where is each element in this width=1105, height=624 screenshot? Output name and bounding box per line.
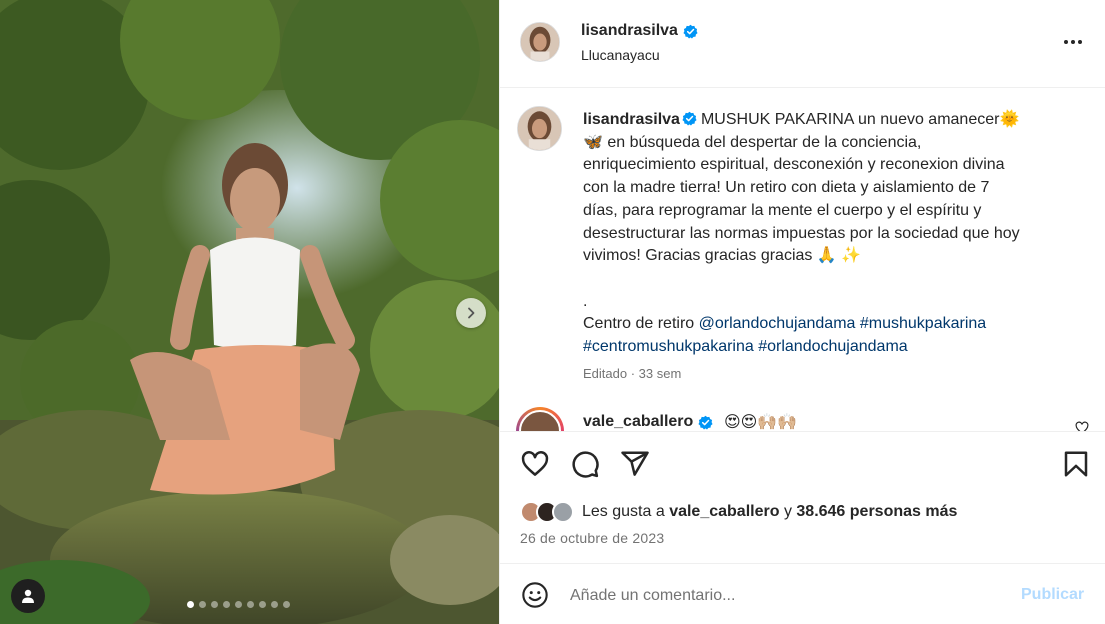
caption-meta: Editado · 33 sem xyxy=(583,366,682,381)
caption-line: enriquecimiento espiritual, desconexión … xyxy=(583,156,1005,174)
likes-prefix: Les gusta a xyxy=(582,503,665,520)
user-icon xyxy=(22,589,34,603)
author-avatar[interactable] xyxy=(520,22,560,62)
share-button[interactable] xyxy=(620,449,650,479)
heart-icon xyxy=(521,451,549,476)
post-location[interactable]: Llucanayacu xyxy=(581,47,660,63)
carousel-dot xyxy=(259,601,266,608)
post-photo xyxy=(0,0,499,624)
carousel-dot xyxy=(271,601,278,608)
caption-username[interactable]: lisandrasilva xyxy=(583,111,680,128)
liker-avatar xyxy=(552,501,574,523)
caption-tags-line: #centromushukpakarina #orlandochujandama xyxy=(583,336,1078,359)
likes-summary[interactable]: Les gusta a vale_caballero y 38.646 pers… xyxy=(520,500,957,524)
carousel-dot xyxy=(235,601,242,608)
caption-text: MUSHUK PAKARINA un nuevo amanecer🌞 xyxy=(700,111,1020,128)
caption-dot: . xyxy=(583,292,588,310)
likes-conjunction: y xyxy=(783,503,792,520)
verified-badge-icon xyxy=(683,24,698,39)
retreat-label: Centro de retiro xyxy=(583,315,695,333)
commenter-avatar[interactable] xyxy=(516,407,564,431)
mention-link[interactable]: @orlandochujandama xyxy=(699,315,856,332)
save-button[interactable] xyxy=(1061,449,1091,479)
emoji-icon[interactable] xyxy=(521,581,549,609)
like-button[interactable] xyxy=(520,449,550,479)
likes-text: Les gusta a vale_caballero y 38.646 pers… xyxy=(582,503,957,521)
author-username-text[interactable]: lisandrasilva xyxy=(581,22,678,40)
post-actions: Les gusta a vale_caballero y 38.646 pers… xyxy=(500,431,1105,563)
post-header: lisandrasilva Llucanayacu xyxy=(500,0,1105,88)
comment-input[interactable] xyxy=(570,583,1000,609)
more-options-button[interactable] xyxy=(1061,30,1085,54)
chevron-right-icon xyxy=(468,307,475,319)
post-details-panel: lisandrasilva Llucanayacu lisandrasilva … xyxy=(499,0,1105,624)
verified-badge-icon xyxy=(698,415,713,430)
carousel-dot xyxy=(223,601,230,608)
caption-body: lisandrasilva MUSHUK PAKARINA un nuevo a… xyxy=(583,109,1078,359)
caption-line: vivimos! Gracias gracias gracias 🙏 ✨ xyxy=(583,247,862,265)
verified-badge-icon xyxy=(682,111,697,126)
tagged-users-button[interactable] xyxy=(11,579,45,613)
comment-button[interactable] xyxy=(570,449,600,479)
hashtag-link[interactable]: #centromushukpakarina xyxy=(583,338,754,355)
comment-text: 😍😍🙌🏼🙌🏼 xyxy=(724,414,798,431)
avatar-image xyxy=(521,23,559,61)
comment-like-icon[interactable] xyxy=(1075,421,1089,431)
carousel-dot xyxy=(187,601,194,608)
caption-line: lisandrasilva MUSHUK PAKARINA un nuevo a… xyxy=(583,109,1078,132)
comment-composer: Publicar xyxy=(500,563,1105,624)
caption-tags-line: Centro de retiro @orlandochujandama #mus… xyxy=(583,313,1078,336)
send-icon xyxy=(621,451,649,476)
next-slide-button[interactable] xyxy=(456,298,486,328)
carousel-dot xyxy=(199,601,206,608)
commenter-username-text[interactable]: vale_caballero xyxy=(583,413,693,431)
hashtag-link[interactable]: #mushukpakarina xyxy=(860,315,986,332)
hashtag-link[interactable]: #orlandochujandama xyxy=(758,338,907,355)
caption-line: días, para reprogramar la mente el cuerp… xyxy=(583,201,982,219)
caption-line: con la madre tierra! Un retiro con dieta… xyxy=(583,179,990,197)
comment-item: vale_caballero 😍😍🙌🏼🙌🏼 xyxy=(500,407,1105,431)
caption-spacer xyxy=(583,268,1078,291)
caption-line: desestructurar las normas impuestas por … xyxy=(583,224,1020,242)
avatar-image xyxy=(518,107,561,150)
likers-avatars xyxy=(520,501,574,523)
comments-section[interactable]: lisandrasilva MUSHUK PAKARINA un nuevo a… xyxy=(500,89,1105,431)
carousel-dot xyxy=(283,601,290,608)
likes-count[interactable]: 38.646 personas más xyxy=(796,503,957,520)
caption-author-avatar[interactable] xyxy=(517,106,562,151)
post-media[interactable] xyxy=(0,0,499,624)
liker-username[interactable]: vale_caballero xyxy=(669,503,779,520)
author-username[interactable]: lisandrasilva xyxy=(581,22,698,40)
post-date[interactable]: 26 de octubre de 2023 xyxy=(520,530,664,546)
comment-icon xyxy=(572,451,599,478)
more-horizontal-icon xyxy=(1064,40,1082,44)
publish-button[interactable]: Publicar xyxy=(1021,586,1084,604)
caption-line: 🦋 en búsqueda del despertar de la concie… xyxy=(583,133,922,151)
bookmark-icon xyxy=(1064,451,1088,477)
carousel-dot xyxy=(247,601,254,608)
carousel-indicator xyxy=(187,601,290,608)
commenter-username[interactable]: vale_caballero xyxy=(583,413,713,431)
carousel-dot xyxy=(211,601,218,608)
